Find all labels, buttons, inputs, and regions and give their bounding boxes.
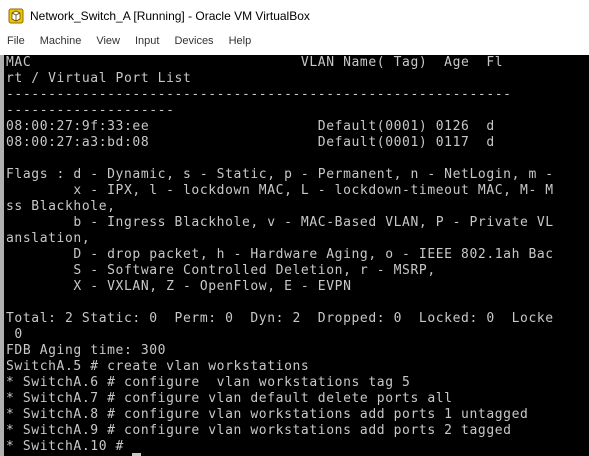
console-line: rt / Virtual Port List [6,71,192,86]
console-line: x - IPX, l - lockdown MAC, L - lockdown-… [6,183,554,198]
menu-bar: File Machine View Input Devices Help [0,32,589,50]
console-frame: MAC VLAN Name( Tag) Age Fl rt / Virtual … [0,55,589,456]
console-line: * SwitchA.7 # configure vlan default del… [6,391,453,406]
menu-file[interactable]: File [0,32,33,50]
menu-machine[interactable]: Machine [33,32,90,50]
console-line: * SwitchA.6 # configure vlan workstation… [6,375,411,390]
console-line: S - Software Controlled Deletion, r - MS… [6,263,436,278]
console-line: * SwitchA.10 # [6,439,124,454]
console-line: Flags : d - Dynamic, s - Static, p - Per… [6,167,554,182]
console-line: MAC VLAN Name( Tag) Age Fl [6,55,504,70]
console-line: anslation, [6,231,91,246]
console-line: SwitchA.5 # create vlan workstations [6,359,310,374]
console-line: * SwitchA.8 # configure vlan workstation… [6,407,529,422]
console-line: 08:00:27:a3:bd:08 Default(0001) 0117 d [6,135,495,150]
console-line: b - Ingress Blackhole, v - MAC-Based VLA… [6,215,554,230]
console-line: -------------------- [6,103,175,118]
menu-help[interactable]: Help [222,32,260,50]
console-line: Total: 2 Static: 0 Perm: 0 Dyn: 2 Droppe… [6,311,554,326]
console-line: ss Blackhole, [6,199,116,214]
console-line: * SwitchA.9 # configure vlan workstation… [6,423,512,438]
console-line: 0 [6,327,23,342]
console-line: 08:00:27:9f:33:ee Default(0001) 0126 d [6,119,495,134]
window-titlebar: Network_Switch_A [Running] - Oracle VM V… [0,0,589,32]
menu-input[interactable]: Input [128,32,167,50]
window-title: Network_Switch_A [Running] - Oracle VM V… [30,9,310,23]
virtualbox-icon [8,8,24,24]
console-line: X - VXLAN, Z - OpenFlow, E - EVPN [6,279,352,294]
console-line: FDB Aging time: 300 [6,343,167,358]
menu-devices[interactable]: Devices [167,32,221,50]
vm-console-screen[interactable]: MAC VLAN Name( Tag) Age Fl rt / Virtual … [4,55,589,456]
console-line: ----------------------------------------… [6,87,512,102]
menu-view[interactable]: View [89,32,128,50]
console-line: D - drop packet, h - Hardware Aging, o -… [6,247,554,262]
